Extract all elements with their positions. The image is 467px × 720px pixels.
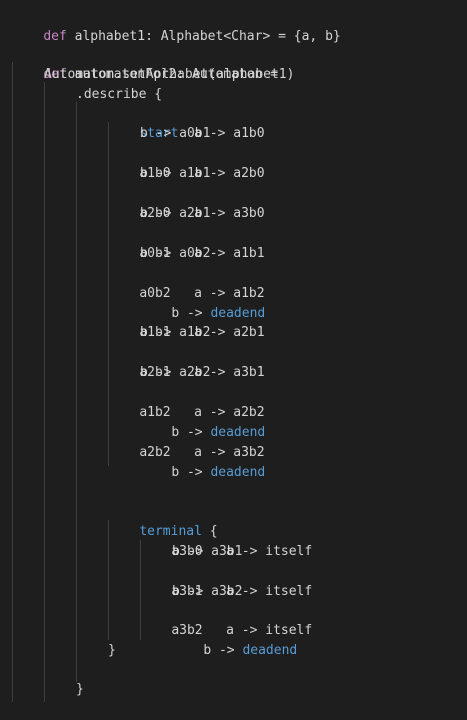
code-line-set-alphabet: Automaton.setAplhabet(alphabet1) [44,67,295,82]
code-line-automaton-def: def automatonFor2: Automaton = [12,45,278,82]
transition-b: b -> deadend [140,443,265,480]
transition-b: b -> deadend [140,403,265,440]
transition-b: b -> a2b2 [140,365,211,380]
transition-b: b -> a0b2 [140,246,211,261]
terminal-block-open: terminal { [108,502,217,539]
terminal-block-close: } [108,643,116,658]
state-row-a1b0: a1b0 a -> a2b0 [108,144,264,181]
transition-b: b -> deadend [140,284,265,321]
code-editor[interactable]: def alphabet1: Alphabet<Char> = {a, b} d… [0,0,467,720]
transition-b: b -> a1b2 [140,325,211,340]
transition-b: b -> deadend [172,621,297,658]
state-row-a3b2: a3b2 a -> itself [140,601,312,638]
state-row-start: start a -> a1b0 [108,104,264,141]
state-row-a2b2: a2b2 a -> a3b2 [108,423,264,460]
indent-guide [12,62,13,702]
deadend-target: deadend [210,465,266,480]
keyword-def: def [43,29,67,44]
state-row-a0b2: a0b2 a -> a1b2 [108,264,264,301]
transition-b: b -> a3b2 [172,584,243,599]
state-row-a2b1: a2b1 a -> a3b1 [108,343,264,380]
indent-guide [44,82,45,702]
deadend-target: deadend [242,643,298,658]
code-line-describe: .describe { [76,87,163,102]
transition-b: b -> a2b1 [140,206,211,221]
alphabet-def-text: alphabet1: Alphabet<Char> = {a, b} [66,29,341,44]
transition-b: b -> a0b1 [140,126,211,141]
code-line-alphabet-def: def alphabet1: Alphabet<Char> = {a, b} [12,7,340,44]
indent-guide [76,102,77,682]
state-row-a1b2: a1b2 a -> a2b2 [108,383,264,420]
state-row-a3b0: a3b0 a -> itself [140,522,312,559]
state-row-a1b1: a1b1 a -> a2b1 [108,303,264,340]
transition-b: b -> a1b1 [140,166,211,181]
transition-b-prefix: b -> [171,465,211,480]
transition-b: b -> a3b1 [172,544,243,559]
state-row-a2b0: a2b0 a -> a3b0 [108,184,264,221]
transition-b-prefix: b -> [203,643,243,658]
state-row-a0b1: a0b1 a -> a1b1 [108,224,264,261]
state-row-a3b1: a3b1 a -> itself [140,562,312,599]
describe-block-close: } [76,682,84,697]
